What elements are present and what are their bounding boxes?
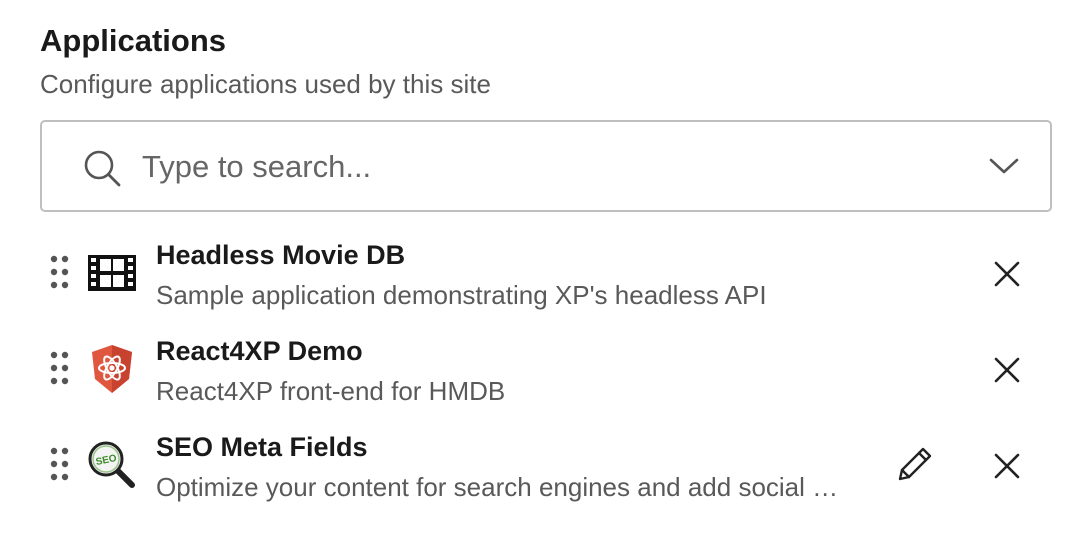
seo-magnifier-icon: SEO — [86, 439, 138, 491]
edit-button[interactable] — [892, 441, 938, 487]
drag-handle-icon[interactable] — [50, 447, 70, 481]
film-strip-icon — [86, 247, 138, 299]
selected-applications-list: Headless Movie DB Sample application dem… — [40, 235, 1056, 523]
search-icon — [82, 148, 122, 188]
list-item: SEO SEO Meta Fields Optimize your conten… — [40, 427, 1056, 523]
list-item: Headless Movie DB Sample application dem… — [40, 235, 1056, 331]
react-shield-icon — [86, 343, 138, 395]
section-subtitle: Configure applications used by this site — [40, 69, 491, 99]
remove-button[interactable] — [984, 443, 1030, 489]
drag-handle-icon[interactable] — [50, 351, 70, 385]
section-title: Applications — [40, 23, 227, 58]
chevron-down-icon[interactable] — [988, 154, 1020, 178]
app-description: Sample application demonstrating XP's he… — [156, 280, 767, 310]
pencil-icon — [898, 447, 932, 481]
app-description: Optimize your content for search engines… — [156, 472, 856, 502]
app-description: React4XP front-end for HMDB — [156, 376, 506, 406]
application-search-combobox[interactable] — [40, 120, 1052, 212]
list-item: React4XP Demo React4XP front-end for HMD… — [40, 331, 1056, 427]
drag-handle-icon[interactable] — [50, 255, 70, 289]
app-name: React4XP Demo — [156, 336, 363, 366]
remove-button[interactable] — [984, 347, 1030, 393]
search-input[interactable] — [142, 140, 942, 194]
remove-button[interactable] — [984, 251, 1030, 297]
app-name: Headless Movie DB — [156, 240, 406, 270]
app-name: SEO Meta Fields — [156, 432, 368, 462]
